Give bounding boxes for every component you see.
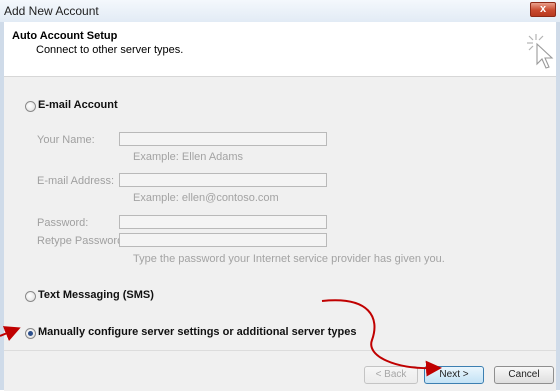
next-button[interactable]: Next > [424, 366, 484, 384]
email-address-field[interactable] [119, 173, 327, 187]
your-name-field[interactable] [119, 132, 327, 146]
close-button[interactable]: x [530, 2, 556, 17]
window-frame-right [556, 22, 560, 390]
email-address-hint: Example: ellen@contoso.com [133, 192, 279, 204]
email-address-label: E-mail Address: [37, 175, 115, 187]
retype-password-field[interactable] [119, 233, 327, 247]
email-account-radio[interactable] [25, 101, 36, 112]
window-title: Add New Account [4, 4, 99, 18]
dialog-content [4, 77, 556, 350]
password-label: Password: [37, 217, 89, 229]
manual-config-label[interactable]: Manually configure server settings or ad… [38, 326, 357, 338]
your-name-label: Your Name: [37, 134, 95, 146]
close-icon: x [539, 3, 547, 15]
page-title: Auto Account Setup [12, 30, 118, 42]
pointer-sparkle-icon [527, 34, 554, 69]
page-subtitle: Connect to other server types. [36, 44, 184, 56]
sms-radio[interactable] [25, 291, 36, 302]
back-button[interactable]: < Back [364, 366, 418, 384]
dialog-header: Auto Account Setup Connect to other serv… [4, 22, 556, 77]
password-field[interactable] [119, 215, 327, 229]
manual-config-radio[interactable] [25, 328, 36, 339]
cancel-button[interactable]: Cancel [494, 366, 554, 384]
email-account-label[interactable]: E-mail Account [38, 99, 118, 111]
retype-password-label: Retype Password: [37, 235, 127, 247]
sms-label[interactable]: Text Messaging (SMS) [38, 289, 154, 301]
your-name-hint: Example: Ellen Adams [133, 151, 244, 163]
title-bar: Add New Account x [0, 0, 560, 23]
retype-password-hint: Type the password your Internet service … [133, 253, 445, 265]
